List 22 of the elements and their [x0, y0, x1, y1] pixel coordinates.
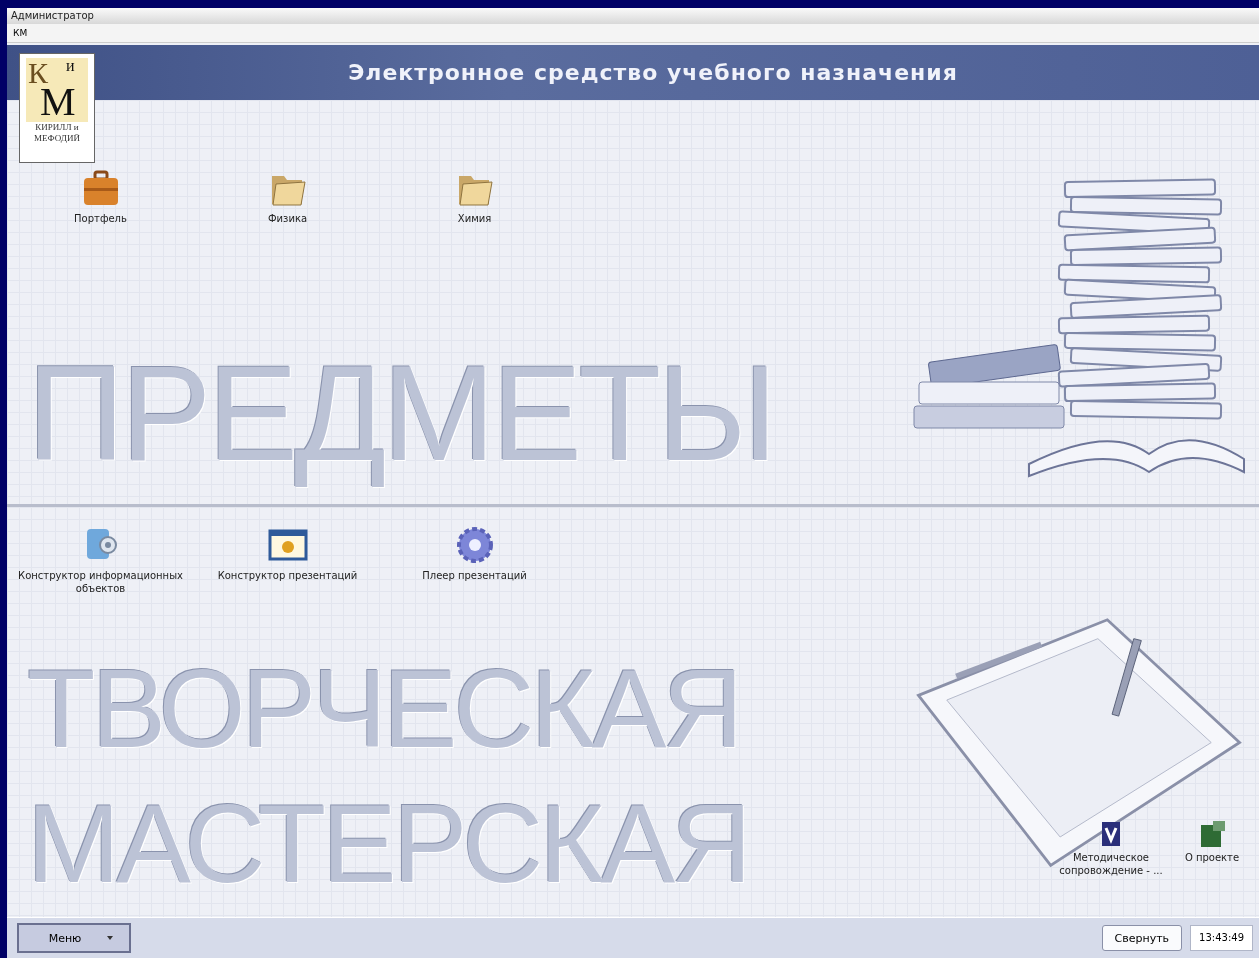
- menu-button[interactable]: Меню: [17, 923, 131, 953]
- logo-caption: КИРИЛЛ и: [35, 122, 79, 133]
- logo-letter: и: [66, 58, 75, 74]
- logo-caption: МЕФОДИЙ: [34, 133, 80, 144]
- tool-shortcut[interactable]: Плеер презентаций: [381, 525, 568, 595]
- section-watermark: МАСТЕРСКАЯ: [27, 779, 748, 908]
- section-watermark: ТВОРЧЕСКАЯ: [27, 645, 740, 774]
- minimize-button[interactable]: Свернуть: [1101, 925, 1183, 951]
- menu-item[interactable]: КМ: [13, 28, 28, 38]
- subject-shortcut[interactable]: Портфель: [7, 168, 194, 225]
- subject-shortcut[interactable]: Физика: [194, 168, 381, 225]
- info-shortcut[interactable]: О проекте: [1177, 819, 1247, 864]
- clock: 13:43:49: [1190, 925, 1253, 951]
- section-watermark: ПРЕДМЕТЫ: [27, 336, 774, 491]
- subject-shortcut[interactable]: Химия: [381, 168, 568, 225]
- gear-icon: [454, 525, 495, 565]
- tool-shortcut[interactable]: Конструктор презентаций: [194, 525, 381, 595]
- caret-icon: [107, 936, 114, 940]
- tool-shortcut[interactable]: Конструктор информационных объектов: [7, 525, 194, 595]
- info-shortcut[interactable]: Методическое сопровождение - ...: [1051, 819, 1171, 877]
- window-title: Администратор: [11, 10, 94, 21]
- app-title: Электронное средство учебного назначения: [348, 60, 958, 85]
